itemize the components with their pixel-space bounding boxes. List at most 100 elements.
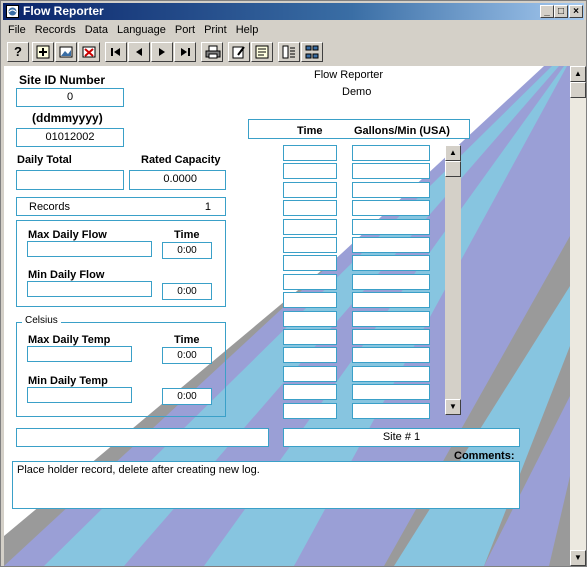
add-record-icon (36, 45, 50, 59)
notes-icon (255, 45, 269, 59)
gallons-cell[interactable] (352, 163, 430, 180)
time-cell[interactable] (283, 181, 337, 198)
table-scroll-down[interactable]: ▼ (445, 399, 461, 415)
rated-capacity-input[interactable]: 0.0000 (129, 170, 226, 190)
app-icon (6, 5, 19, 18)
date-format-label: (ddmmyyyy) (32, 111, 103, 125)
max-temp-time-input[interactable]: 0:00 (162, 347, 212, 364)
menu-records[interactable]: Records (30, 22, 80, 36)
list-view-icon (282, 45, 295, 59)
gallons-cell[interactable] (352, 255, 430, 272)
print-button[interactable] (201, 42, 223, 62)
menu-data[interactable]: Data (80, 22, 112, 36)
app-window: Flow Reporter _ □ × File Records Data Langu… (0, 0, 587, 567)
first-icon (111, 48, 120, 56)
time-cell[interactable] (283, 237, 337, 253)
table-scroll-thumb[interactable] (445, 161, 461, 177)
comments-textarea[interactable]: Place holder record, delete after creati… (12, 461, 520, 509)
time-cell[interactable] (283, 145, 337, 161)
picture-icon (59, 46, 73, 58)
records-count: 1 (204, 201, 211, 213)
gallons-cell[interactable] (352, 273, 430, 290)
min-temp-input[interactable] (27, 387, 132, 403)
gallons-cell[interactable] (352, 145, 430, 161)
time-cell[interactable] (283, 292, 337, 309)
window-title: Flow Reporter (23, 4, 104, 18)
list-view-button[interactable] (278, 42, 300, 62)
notes-button[interactable] (251, 42, 273, 62)
time-cell[interactable] (283, 310, 337, 327)
site-id-input[interactable]: 0 (16, 88, 124, 107)
gallons-cell[interactable] (352, 329, 430, 345)
network-button[interactable] (301, 42, 323, 62)
records-label: Records (29, 201, 70, 213)
table-scrollbar[interactable]: ▲ ▼ (445, 145, 461, 415)
window-scroll-up[interactable]: ▲ (570, 66, 586, 82)
daily-total-input[interactable] (16, 170, 124, 190)
menu-language[interactable]: Language (112, 22, 170, 36)
gallons-cell[interactable] (352, 292, 430, 309)
min-flow-time-input[interactable]: 0:00 (162, 283, 212, 300)
max-temp-time-label: Time (174, 334, 200, 346)
app-name-label: Flow Reporter (314, 69, 384, 81)
menu-help[interactable]: Help (231, 22, 263, 36)
gallons-cell[interactable] (352, 181, 430, 198)
min-flow-input[interactable] (27, 281, 152, 297)
time-cell[interactable] (283, 255, 337, 272)
max-flow-label: Max Daily Flow (28, 229, 107, 241)
gallons-cell[interactable] (352, 365, 430, 382)
time-cell[interactable] (283, 365, 337, 382)
table-scroll-up[interactable]: ▲ (445, 145, 461, 161)
time-cell[interactable] (283, 402, 337, 419)
maximize-button[interactable]: □ (554, 5, 568, 18)
delete-picture-icon (82, 46, 96, 58)
minimize-button[interactable]: _ (540, 5, 554, 18)
site-name-input[interactable]: Site # 1 (283, 428, 520, 447)
max-flow-input[interactable] (27, 241, 152, 257)
time-cell[interactable] (283, 273, 337, 290)
picture-button[interactable] (55, 42, 77, 62)
time-cell[interactable] (283, 200, 337, 217)
menu-port[interactable]: Port (170, 22, 199, 36)
menu-print[interactable]: Print (199, 22, 231, 36)
time-cell[interactable] (283, 384, 337, 401)
min-temp-label: Min Daily Temp (28, 375, 108, 387)
menu-file[interactable]: File (3, 22, 30, 36)
max-temp-input[interactable] (27, 346, 132, 362)
min-temp-time-input[interactable]: 0:00 (162, 388, 212, 405)
gallons-cell[interactable] (352, 218, 430, 235)
max-temp-label: Max Daily Temp (28, 334, 111, 346)
edit-button[interactable] (228, 42, 250, 62)
max-flow-time-label: Time (174, 229, 200, 241)
gallons-cell[interactable] (352, 237, 430, 253)
gallons-cell[interactable] (352, 402, 430, 419)
gallons-cell[interactable] (352, 347, 430, 364)
network-icon (305, 45, 319, 59)
window-scrollbar[interactable]: ▲ ▼ (570, 66, 586, 566)
window-scroll-thumb[interactable] (570, 82, 586, 98)
time-cell[interactable] (283, 329, 337, 345)
gallons-cell[interactable] (352, 310, 430, 327)
rated-capacity-label: Rated Capacity (141, 154, 221, 166)
previous-record-button[interactable] (128, 42, 150, 62)
gallons-cell[interactable] (352, 200, 430, 217)
time-cell[interactable] (283, 163, 337, 180)
edit-icon (232, 46, 245, 59)
time-cell[interactable] (283, 347, 337, 364)
last-record-button[interactable] (174, 42, 196, 62)
time-column-header: Time (297, 125, 323, 137)
delete-picture-button[interactable] (78, 42, 100, 62)
next-icon (159, 48, 165, 56)
help-button[interactable]: ? (7, 42, 29, 62)
time-cell[interactable] (283, 218, 337, 235)
window-scroll-down[interactable]: ▼ (570, 550, 586, 566)
max-flow-time-input[interactable]: 0:00 (162, 242, 212, 259)
date-input[interactable]: 01012002 (16, 128, 124, 147)
next-record-button[interactable] (151, 42, 173, 62)
gallons-cell[interactable] (352, 384, 430, 401)
notes-input[interactable] (16, 428, 269, 447)
close-button[interactable]: × (569, 5, 583, 18)
first-record-button[interactable] (105, 42, 127, 62)
daily-total-label: Daily Total (17, 154, 72, 166)
add-record-button[interactable] (32, 42, 54, 62)
